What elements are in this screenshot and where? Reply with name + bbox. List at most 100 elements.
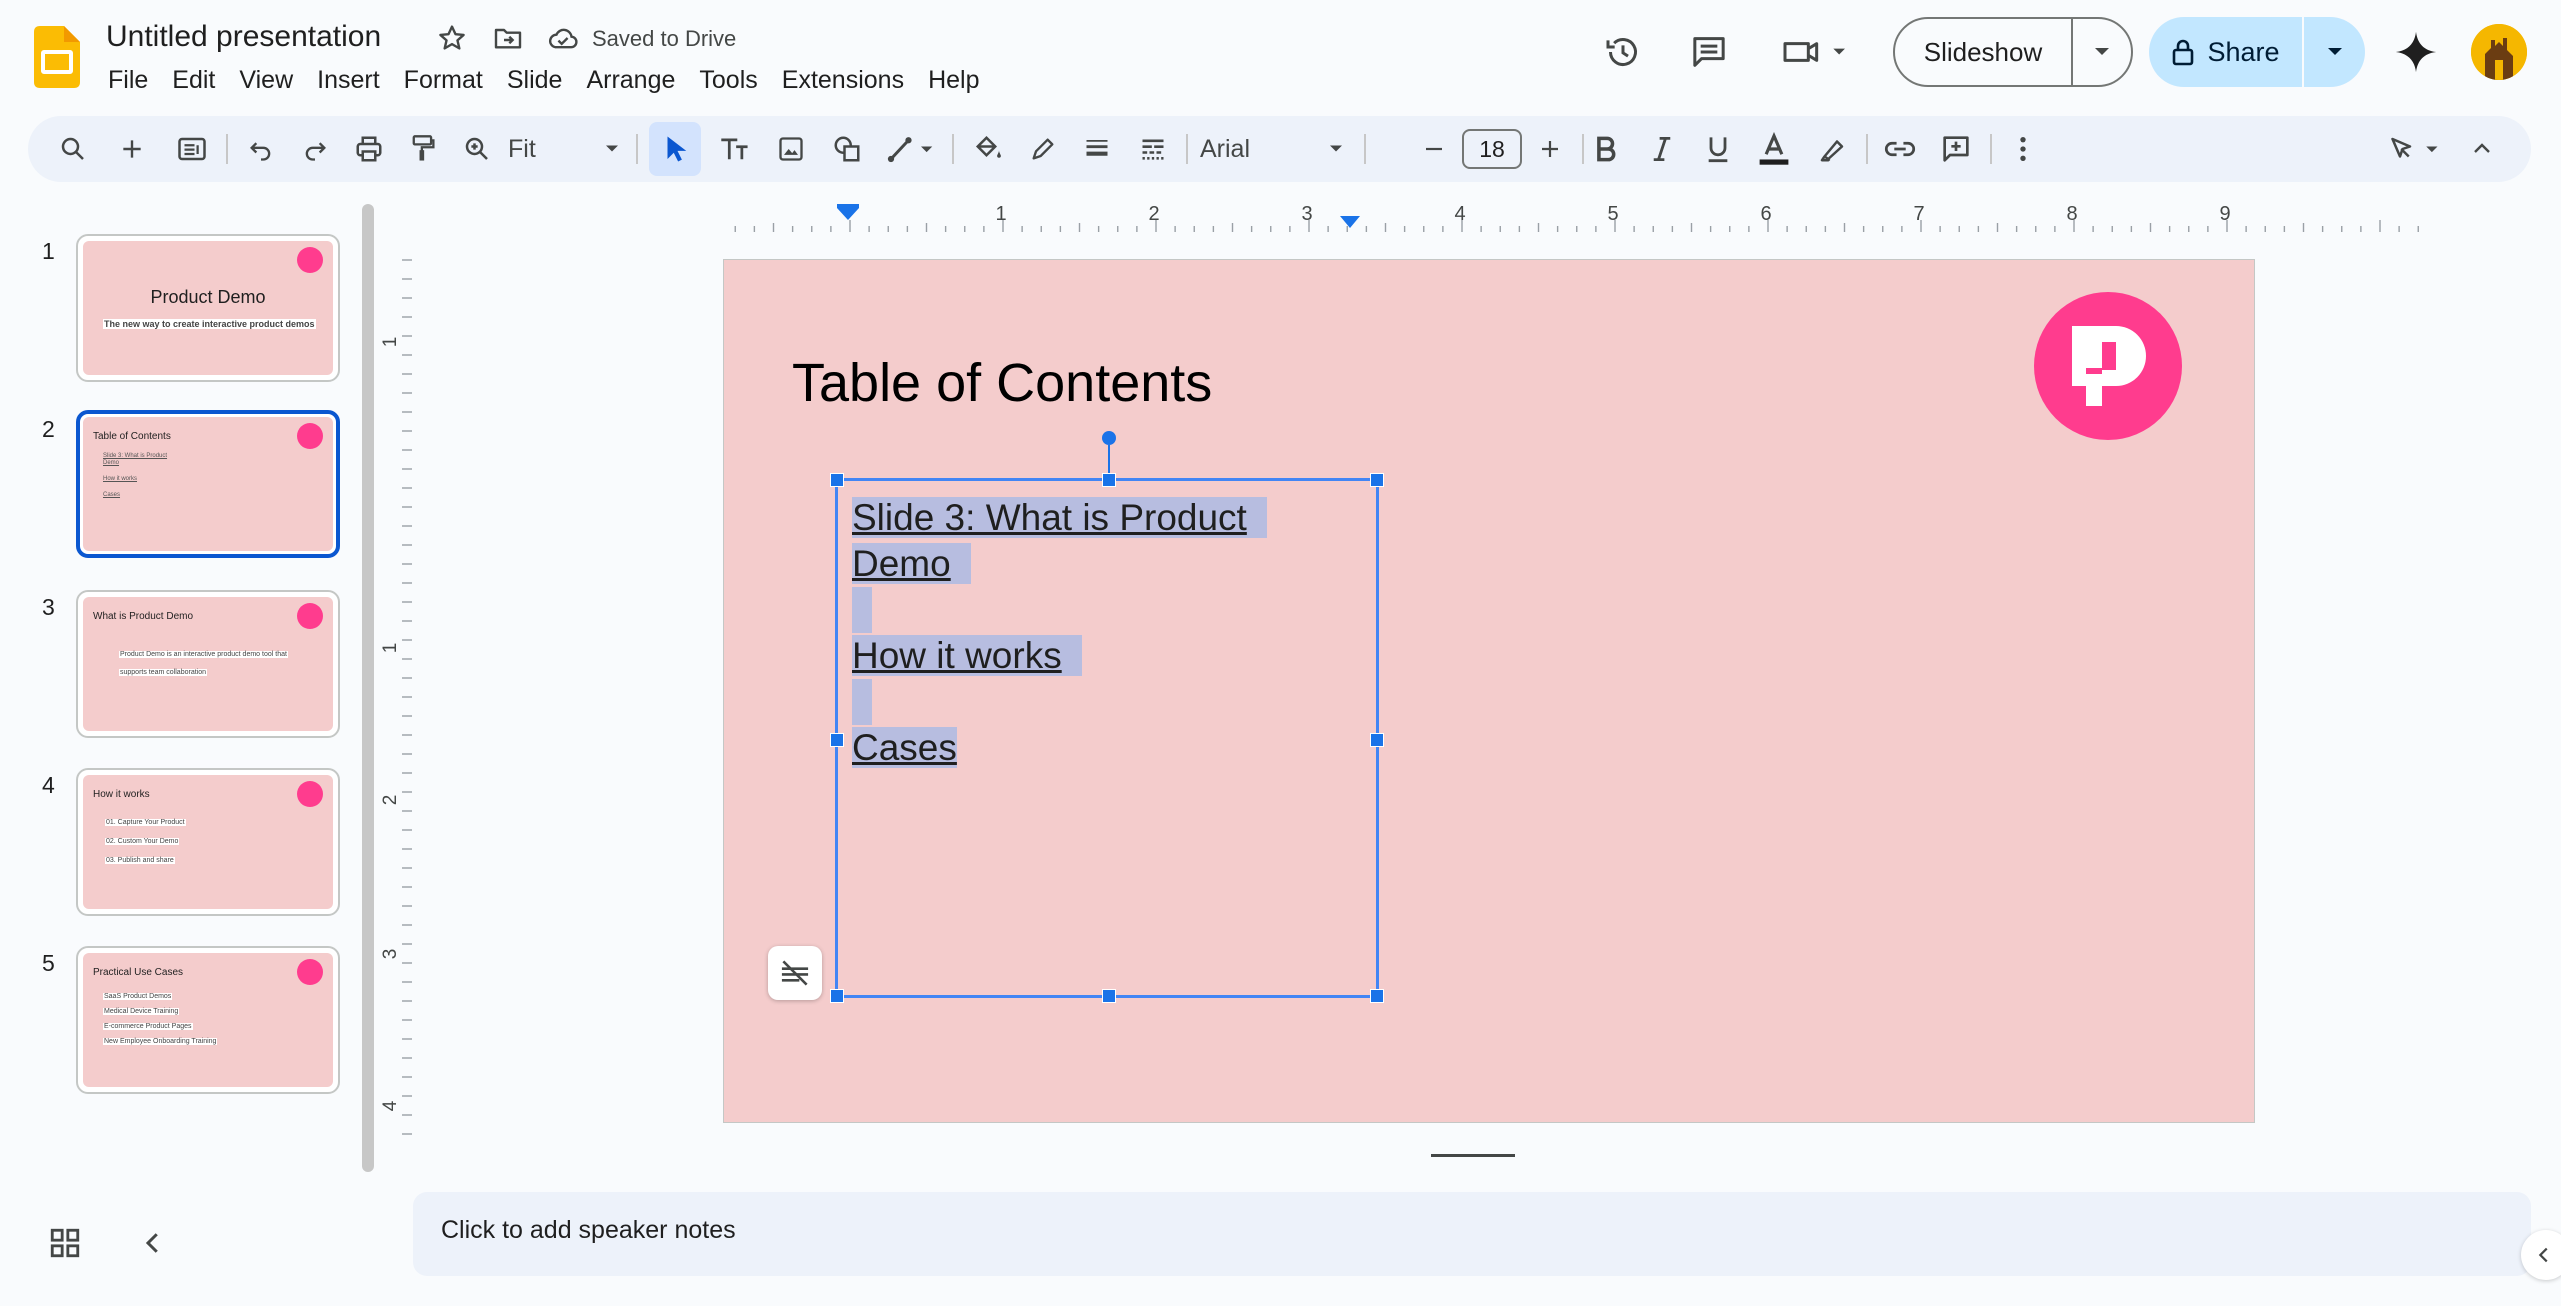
thumbnail-title: Practical Use Cases xyxy=(93,967,184,978)
speaker-notes-panel[interactable]: Click to add speaker notes xyxy=(413,1192,2531,1276)
border-color-icon[interactable] xyxy=(1020,116,1066,182)
more-options-icon[interactable] xyxy=(2000,116,2046,182)
zoom-select[interactable]: Fit xyxy=(508,116,626,182)
redo-icon[interactable] xyxy=(292,116,338,182)
slideshow-button[interactable]: Slideshow xyxy=(1895,19,2073,85)
menu-format[interactable]: Format xyxy=(392,64,495,96)
document-title[interactable]: Untitled presentation xyxy=(106,20,381,54)
menu-arrange[interactable]: Arrange xyxy=(574,64,687,96)
menu-slide[interactable]: Slide xyxy=(495,64,575,96)
toc-link-line[interactable]: Demo xyxy=(852,541,971,587)
underline-icon[interactable] xyxy=(1694,116,1742,182)
cloud-saved-icon[interactable] xyxy=(546,22,580,54)
new-slide-icon[interactable] xyxy=(110,116,154,182)
resize-handle-ne[interactable] xyxy=(1370,473,1384,487)
selected-text-box[interactable]: Slide 3: What is Product Demo How it wor… xyxy=(830,431,1384,1003)
resize-handle-n[interactable] xyxy=(1102,473,1116,487)
selection-blank-line xyxy=(852,679,872,725)
text-box-icon[interactable] xyxy=(712,116,758,182)
menu-extensions[interactable]: Extensions xyxy=(770,64,916,96)
slide-number: 3 xyxy=(42,594,55,620)
slideshow-options-button[interactable] xyxy=(2073,19,2131,85)
toc-link-text[interactable]: Demo xyxy=(852,543,971,584)
autofit-options-button[interactable] xyxy=(768,946,822,1000)
insert-link-icon[interactable] xyxy=(1876,116,1924,182)
undo-icon[interactable] xyxy=(238,116,284,182)
side-panel-toggle[interactable] xyxy=(2521,1230,2561,1280)
bold-icon[interactable] xyxy=(1582,116,1630,182)
edit-mode-icon[interactable] xyxy=(2380,116,2450,182)
text-color-icon[interactable] xyxy=(1750,116,1798,182)
resize-handle-sw[interactable] xyxy=(830,989,844,1003)
menu-edit[interactable]: Edit xyxy=(160,64,227,96)
fill-color-icon[interactable] xyxy=(966,116,1012,182)
horizontal-ruler[interactable]: 1 2 3 4 5 6 7 8 9 xyxy=(413,200,2531,232)
slides-logo[interactable] xyxy=(34,26,80,88)
menu-insert[interactable]: Insert xyxy=(305,64,392,96)
menu-file[interactable]: File xyxy=(106,64,160,96)
resize-handle-nw[interactable] xyxy=(830,473,844,487)
menu-view[interactable]: View xyxy=(227,64,305,96)
filmstrip-scrollbar[interactable] xyxy=(362,204,374,1172)
comments-icon[interactable] xyxy=(1686,29,1732,75)
ruler-label: 3 xyxy=(1301,203,1312,225)
layout-icon[interactable] xyxy=(168,116,216,182)
slide-thumbnail-4[interactable]: How it works 01. Capture Your Product 02… xyxy=(76,768,340,916)
share-options-button[interactable] xyxy=(2304,17,2365,87)
resize-handle-se[interactable] xyxy=(1370,989,1384,1003)
ruler-label: 2 xyxy=(1148,203,1159,225)
decrease-font-size-icon[interactable] xyxy=(1412,116,1456,182)
toc-link-line[interactable]: Cases xyxy=(852,725,957,771)
toc-link-line[interactable]: Slide 3: What is Product xyxy=(852,495,1267,541)
toc-link-text[interactable]: How it works xyxy=(852,635,1082,676)
search-menus-icon[interactable] xyxy=(50,116,96,182)
rotate-handle[interactable] xyxy=(1102,431,1116,445)
notes-resize-handle[interactable] xyxy=(1431,1154,1515,1157)
add-comment-icon[interactable] xyxy=(1932,116,1980,182)
vertical-ruler[interactable]: 1 1 2 3 4 xyxy=(380,240,412,1160)
slide-canvas[interactable]: Table of Contents Slide 3: What is Produ… xyxy=(724,260,2254,1122)
chevron-left-icon[interactable] xyxy=(138,1228,168,1258)
slide-thumbnail-5[interactable]: Practical Use Cases SaaS Product Demos M… xyxy=(76,946,340,1094)
toc-link-text[interactable]: Cases xyxy=(852,727,957,768)
slide-thumbnail-3[interactable]: What is Product Demo Product Demo is an … xyxy=(76,590,340,738)
paint-format-icon[interactable] xyxy=(400,116,446,182)
insert-image-icon[interactable] xyxy=(768,116,814,182)
border-weight-icon[interactable] xyxy=(1074,116,1120,182)
slide-thumbnail-1[interactable]: Product Demo The new way to create inter… xyxy=(76,234,340,382)
brand-logo-icon[interactable] xyxy=(2034,292,2182,440)
italic-icon[interactable] xyxy=(1638,116,1686,182)
account-avatar[interactable] xyxy=(2471,24,2527,80)
collapse-toolbar-icon[interactable] xyxy=(2460,116,2504,182)
ruler-label: 1 xyxy=(995,203,1006,225)
share-button[interactable]: Share xyxy=(2149,17,2304,87)
shape-icon[interactable] xyxy=(824,116,870,182)
resize-handle-s[interactable] xyxy=(1102,989,1116,1003)
toc-link-text[interactable]: Slide 3: What is Product xyxy=(852,497,1267,538)
select-tool[interactable] xyxy=(649,122,701,176)
grid-view-icon[interactable] xyxy=(48,1226,82,1260)
toc-link-line[interactable]: How it works xyxy=(852,633,1082,679)
thumbnail-canvas: Product Demo The new way to create inter… xyxy=(83,241,333,375)
meet-icon[interactable] xyxy=(1780,29,1850,75)
move-to-folder-icon[interactable] xyxy=(492,22,524,54)
menu-tools[interactable]: Tools xyxy=(687,64,769,96)
font-family-select[interactable]: Arial xyxy=(1200,116,1350,182)
increase-font-size-icon[interactable] xyxy=(1528,116,1572,182)
line-icon[interactable] xyxy=(880,116,942,182)
slide-thumbnail-2[interactable]: Table of Contents Slide 3: What is Produ… xyxy=(76,410,340,558)
highlight-color-icon[interactable] xyxy=(1808,116,1856,182)
speaker-notes-placeholder[interactable]: Click to add speaker notes xyxy=(441,1216,736,1245)
zoom-icon[interactable] xyxy=(454,116,500,182)
print-icon[interactable] xyxy=(346,116,392,182)
font-size-input[interactable]: 18 xyxy=(1462,129,1522,169)
menu-help[interactable]: Help xyxy=(916,64,991,96)
resize-handle-w[interactable] xyxy=(830,733,844,747)
chevron-down-icon xyxy=(1330,145,1342,152)
slide-title[interactable]: Table of Contents xyxy=(792,352,1212,414)
version-history-icon[interactable] xyxy=(1600,29,1646,75)
gemini-icon[interactable] xyxy=(2394,30,2438,74)
border-dash-icon[interactable] xyxy=(1130,116,1176,182)
star-icon[interactable] xyxy=(436,22,468,54)
resize-handle-e[interactable] xyxy=(1370,733,1384,747)
